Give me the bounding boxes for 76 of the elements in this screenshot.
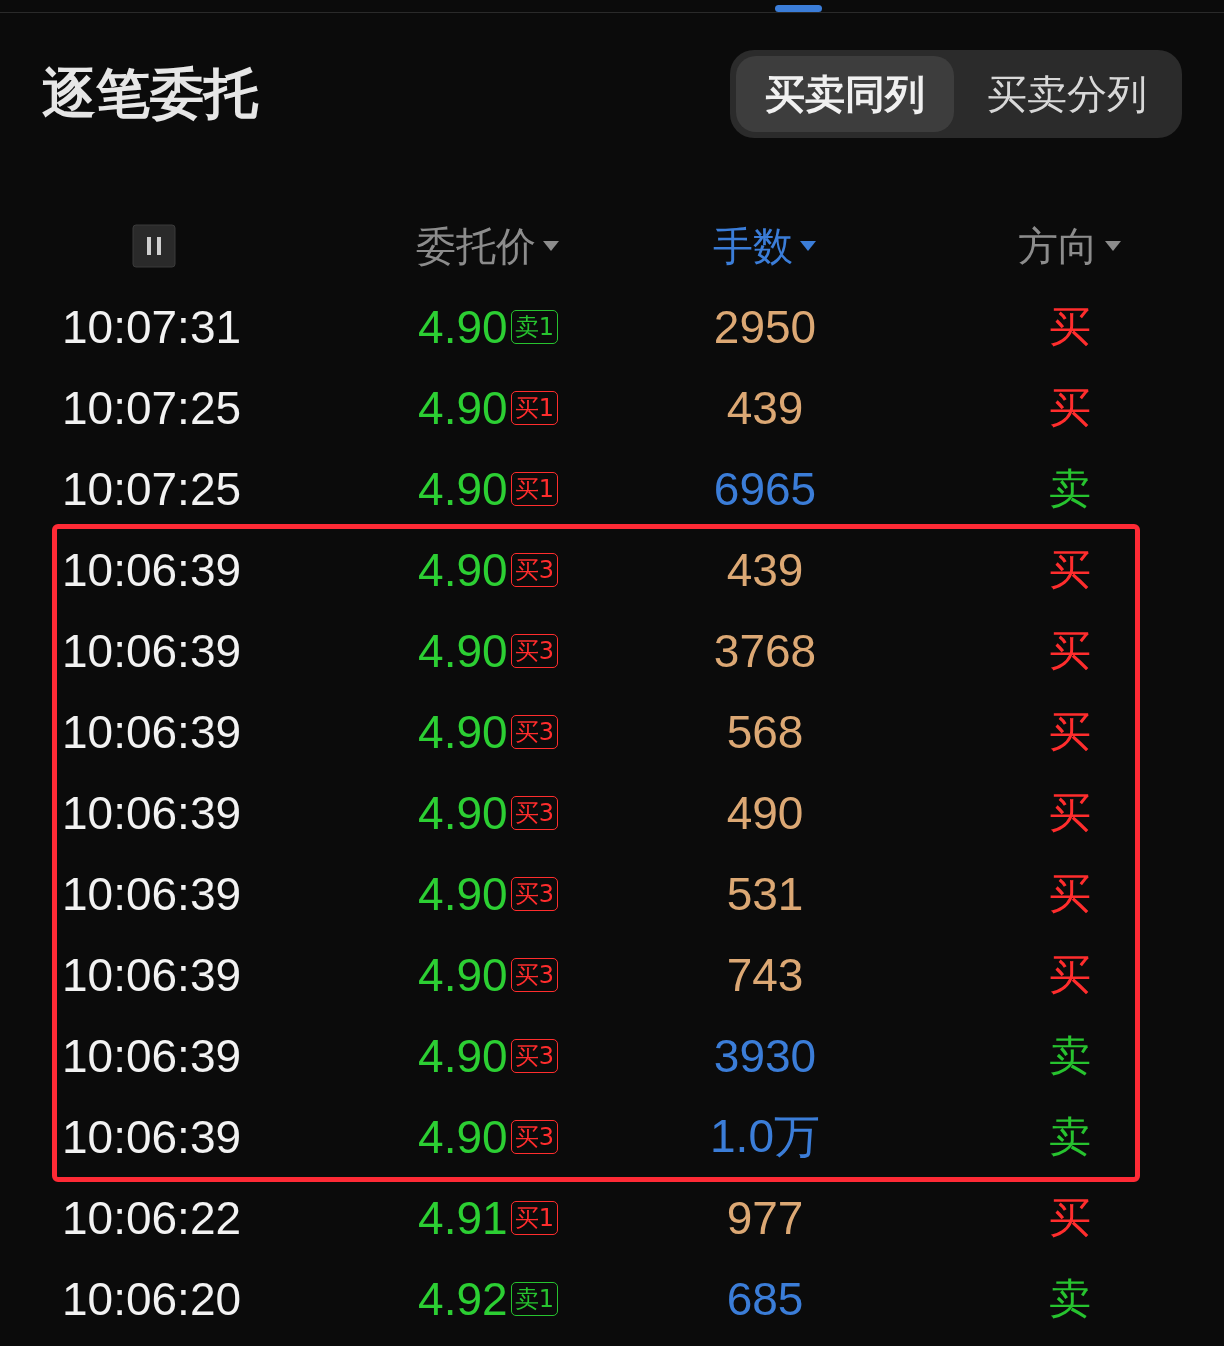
time-cell-text: 10:06:39 (62, 623, 243, 678)
price-cell: 4.90 (418, 1109, 508, 1164)
quantity-cell-text: 6965 (712, 461, 818, 516)
direction-cell-text: 买 (1048, 867, 1092, 920)
quantity-cell-text: 439 (725, 542, 805, 597)
order-level-tag: 买1 (510, 1200, 558, 1235)
direction-cell-text: 买 (1048, 543, 1092, 596)
direction-cell-text: 买 (1048, 948, 1092, 1001)
time-cell-text: 10:06:39 (62, 1028, 243, 1083)
quantity-cell-text: 3768 (712, 623, 818, 678)
price-cell: 4.91 (418, 1190, 508, 1245)
quantity-cell-text: 3930 (712, 1028, 818, 1083)
order-level-tag: 买3 (510, 714, 558, 749)
quantity-cell-text: 743 (725, 947, 805, 1002)
order-level-tag: 买3 (510, 795, 558, 830)
time-cell-text: 10:06:22 (62, 1190, 243, 1245)
time-cell-text: 10:07:31 (62, 299, 243, 354)
price-cell: 4.90 (418, 785, 508, 840)
quantity-cell-text: 977 (725, 1190, 805, 1245)
view-tab[interactable]: 买卖同列 (736, 56, 954, 132)
time-cell-text: 10:06:39 (62, 866, 243, 921)
order-level-tag: 买3 (510, 1038, 558, 1073)
page-indicator (775, 5, 822, 12)
order-level-tag: 买3 (510, 876, 558, 911)
price-cell: 4.92 (418, 1271, 508, 1326)
quantity-cell-text: 531 (725, 866, 805, 921)
order-level-tag: 买1 (510, 390, 558, 425)
direction-cell-text: 买 (1048, 705, 1092, 758)
quantity-cell-text: 1.0万 (709, 1108, 821, 1164)
quantity-cell-text: 439 (725, 380, 805, 435)
time-cell-text: 10:06:20 (62, 1271, 243, 1326)
direction-cell-text: 买 (1048, 300, 1092, 353)
quantity-cell-text: 490 (725, 785, 805, 840)
time-cell-text: 10:06:39 (62, 785, 243, 840)
direction-cell-text: 卖 (1048, 1272, 1092, 1325)
caret-icon (1104, 240, 1122, 252)
order-level-tag: 买3 (510, 552, 558, 587)
column-header[interactable]: 委托价 (362, 218, 614, 274)
order-level-tag: 买3 (510, 957, 558, 992)
price-cell: 4.90 (418, 542, 508, 597)
price-cell: 4.90 (418, 704, 508, 759)
order-level-tag: 卖1 (510, 309, 558, 344)
time-cell-text: 10:06:39 (62, 704, 243, 759)
time-cell-text: 10:06:39 (62, 542, 243, 597)
price-cell: 4.90 (418, 380, 508, 435)
order-level-tag: 卖1 (510, 1281, 558, 1316)
direction-cell-text: 卖 (1048, 1110, 1092, 1163)
view-tab[interactable]: 买卖分列 (958, 56, 1176, 132)
direction-cell-text: 卖 (1048, 462, 1092, 515)
direction-cell-text: 买 (1048, 1191, 1092, 1244)
price-cell: 4.90 (418, 623, 508, 678)
quantity-cell-text: 2950 (712, 299, 818, 354)
time-cell-text: 10:06:39 (62, 947, 243, 1002)
time-cell-text: 10:06:39 (62, 1109, 243, 1164)
order-level-tag: 买1 (510, 471, 558, 506)
direction-cell-text: 买 (1048, 786, 1092, 839)
caret-icon (799, 240, 817, 252)
order-level-tag: 买3 (510, 633, 558, 668)
caret-icon (542, 240, 560, 252)
price-cell: 4.90 (418, 947, 508, 1002)
price-cell: 4.90 (418, 866, 508, 921)
time-cell-text: 10:07:25 (62, 461, 243, 516)
quantity-cell-text: 568 (725, 704, 805, 759)
page-title: 逐笔委托 (42, 60, 258, 127)
order-level-tag: 买3 (510, 1119, 558, 1154)
price-cell: 4.90 (418, 461, 508, 516)
price-cell: 4.90 (418, 1028, 508, 1083)
pause-icon[interactable] (132, 224, 176, 268)
price-cell: 4.90 (418, 299, 508, 354)
column-header[interactable]: 手数 (614, 218, 916, 274)
time-cell-text: 10:07:25 (62, 380, 243, 435)
column-header[interactable]: 方向 (916, 218, 1224, 274)
direction-cell-text: 卖 (1048, 1029, 1092, 1082)
quantity-cell-text: 685 (725, 1271, 805, 1326)
direction-cell-text: 买 (1048, 381, 1092, 434)
direction-cell-text: 买 (1048, 624, 1092, 677)
